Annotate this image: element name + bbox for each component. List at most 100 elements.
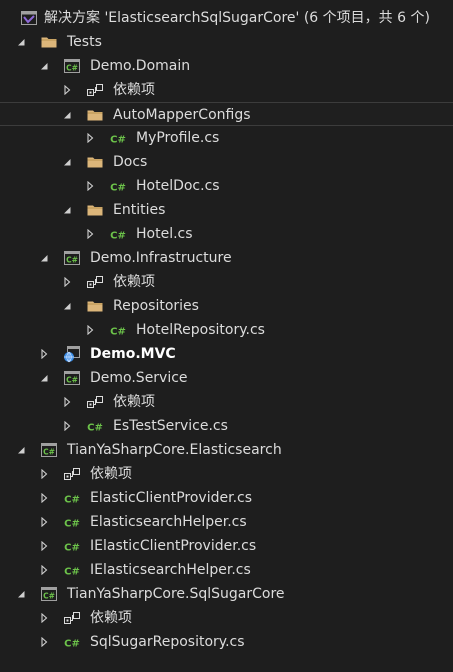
tree-node-label: Demo.Service xyxy=(90,370,188,386)
csharp-project-icon: C# xyxy=(63,57,81,75)
svg-text:C#: C# xyxy=(110,183,126,194)
tree-node[interactable]: C# Demo.Infrastructure xyxy=(0,246,453,270)
tree-node-label: 依赖项 xyxy=(113,82,155,98)
tree-node[interactable]: C# MyProfile.cs xyxy=(0,126,453,150)
tree-node-label: Repositories xyxy=(113,298,199,314)
chevron-down-icon[interactable] xyxy=(60,198,74,222)
svg-text:C#: C# xyxy=(66,256,78,265)
tree-node[interactable]: Entities xyxy=(0,198,453,222)
svg-text:C#: C# xyxy=(110,231,126,242)
svg-text:C#: C# xyxy=(66,376,78,385)
tree-node[interactable]: 依赖项 xyxy=(0,78,453,102)
tree-node[interactable]: C# EsTestService.cs xyxy=(0,414,453,438)
tree-node[interactable]: C# ElasticClientProvider.cs xyxy=(0,486,453,510)
tree-node[interactable]: 依赖项 xyxy=(0,462,453,486)
csharp-file-icon: C# xyxy=(109,225,127,243)
tree-node-label: Entities xyxy=(113,202,166,218)
folder-icon xyxy=(86,201,104,219)
csharp-file-icon: C# xyxy=(63,633,81,651)
chevron-down-icon[interactable] xyxy=(60,103,74,127)
chevron-down-icon[interactable] xyxy=(60,150,74,174)
folder-icon xyxy=(86,106,104,124)
folder-icon xyxy=(86,153,104,171)
svg-text:C#: C# xyxy=(66,64,78,73)
tree-node-label: Tests xyxy=(67,34,102,50)
chevron-right-icon[interactable] xyxy=(83,318,97,342)
tree-node[interactable]: C# HotelDoc.cs xyxy=(0,174,453,198)
chevron-right-icon[interactable] xyxy=(60,78,74,102)
chevron-down-icon[interactable] xyxy=(14,582,28,606)
tree-node-label: ElasticsearchHelper.cs xyxy=(90,514,247,530)
chevron-right-icon[interactable] xyxy=(37,534,51,558)
chevron-down-icon[interactable] xyxy=(14,30,28,54)
tree-node[interactable]: C# TianYaSharpCore.SqlSugarCore xyxy=(0,582,453,606)
tree-node-label: IElasticClientProvider.cs xyxy=(90,538,257,554)
web-project-icon xyxy=(63,345,81,363)
tree-node-label: EsTestService.cs xyxy=(113,418,228,434)
chevron-right-icon[interactable] xyxy=(37,630,51,654)
chevron-right-icon[interactable] xyxy=(37,462,51,486)
chevron-right-icon[interactable] xyxy=(83,126,97,150)
chevron-right-icon[interactable] xyxy=(83,174,97,198)
tree-node[interactable]: C# ElasticsearchHelper.cs xyxy=(0,510,453,534)
chevron-right-icon[interactable] xyxy=(60,414,74,438)
dependencies-icon xyxy=(86,81,104,99)
csharp-project-icon: C# xyxy=(40,585,58,603)
dependencies-icon xyxy=(86,273,104,291)
tree-node-label: TianYaSharpCore.SqlSugarCore xyxy=(67,586,285,602)
csharp-project-icon: C# xyxy=(63,369,81,387)
dependencies-icon xyxy=(86,393,104,411)
svg-text:C#: C# xyxy=(43,448,55,457)
csharp-file-icon: C# xyxy=(109,321,127,339)
chevron-down-icon[interactable] xyxy=(37,366,51,390)
chevron-down-icon[interactable] xyxy=(60,294,74,318)
tree-node-label: AutoMapperConfigs xyxy=(113,107,251,123)
tree-node-label: IElasticsearchHelper.cs xyxy=(90,562,251,578)
chevron-down-icon[interactable] xyxy=(37,54,51,78)
solution-node[interactable]: 解决方案 'ElasticsearchSqlSugarCore' (6 个项目，… xyxy=(0,6,453,30)
tree-node-label: Hotel.cs xyxy=(136,226,193,242)
tree-node[interactable]: Tests xyxy=(0,30,453,54)
csharp-file-icon: C# xyxy=(109,129,127,147)
tree-node[interactable]: 依赖项 xyxy=(0,270,453,294)
tree-node[interactable]: Repositories xyxy=(0,294,453,318)
chevron-down-icon[interactable] xyxy=(14,438,28,462)
tree-node-label: HotelDoc.cs xyxy=(136,178,220,194)
tree-node[interactable]: Demo.MVC xyxy=(0,342,453,366)
tree-node[interactable]: 依赖项 xyxy=(0,390,453,414)
tree-node-label: 依赖项 xyxy=(90,466,132,482)
chevron-right-icon[interactable] xyxy=(37,486,51,510)
tree-node[interactable]: Docs xyxy=(0,150,453,174)
tree-node-label: MyProfile.cs xyxy=(136,130,220,146)
tree-node-label: 依赖项 xyxy=(113,274,155,290)
svg-text:C#: C# xyxy=(64,567,80,578)
chevron-right-icon[interactable] xyxy=(60,390,74,414)
tree-node[interactable]: C# HotelRepository.cs xyxy=(0,318,453,342)
tree-node-label: 依赖项 xyxy=(113,394,155,410)
tree-node[interactable]: C# Demo.Service xyxy=(0,366,453,390)
tree-node[interactable]: C# IElasticClientProvider.cs xyxy=(0,534,453,558)
tree-node[interactable]: C# Hotel.cs xyxy=(0,222,453,246)
tree-node[interactable]: 依赖项 xyxy=(0,606,453,630)
solution-label: 解决方案 'ElasticsearchSqlSugarCore' (6 个项目，… xyxy=(44,10,430,26)
solution-explorer-tree: 解决方案 'ElasticsearchSqlSugarCore' (6 个项目，… xyxy=(0,0,453,672)
chevron-right-icon[interactable] xyxy=(37,606,51,630)
tree-node[interactable]: C# IElasticsearchHelper.cs xyxy=(0,558,453,582)
chevron-right-icon[interactable] xyxy=(37,558,51,582)
svg-text:C#: C# xyxy=(64,495,80,506)
tree-node[interactable]: AutoMapperConfigs xyxy=(0,102,453,126)
tree-node[interactable]: C# TianYaSharpCore.Elasticsearch xyxy=(0,438,453,462)
chevron-right-icon[interactable] xyxy=(60,270,74,294)
svg-text:C#: C# xyxy=(64,519,80,530)
tree-node-label: Demo.MVC xyxy=(90,346,176,362)
tree-node[interactable]: C# Demo.Domain xyxy=(0,54,453,78)
chevron-down-icon[interactable] xyxy=(37,246,51,270)
chevron-right-icon[interactable] xyxy=(37,510,51,534)
svg-text:C#: C# xyxy=(43,592,55,601)
csharp-file-icon: C# xyxy=(63,537,81,555)
tree-node[interactable]: C# SqlSugarRepository.cs xyxy=(0,630,453,654)
chevron-right-icon[interactable] xyxy=(37,342,51,366)
csharp-file-icon: C# xyxy=(86,417,104,435)
chevron-right-icon[interactable] xyxy=(83,222,97,246)
svg-text:C#: C# xyxy=(110,327,126,338)
